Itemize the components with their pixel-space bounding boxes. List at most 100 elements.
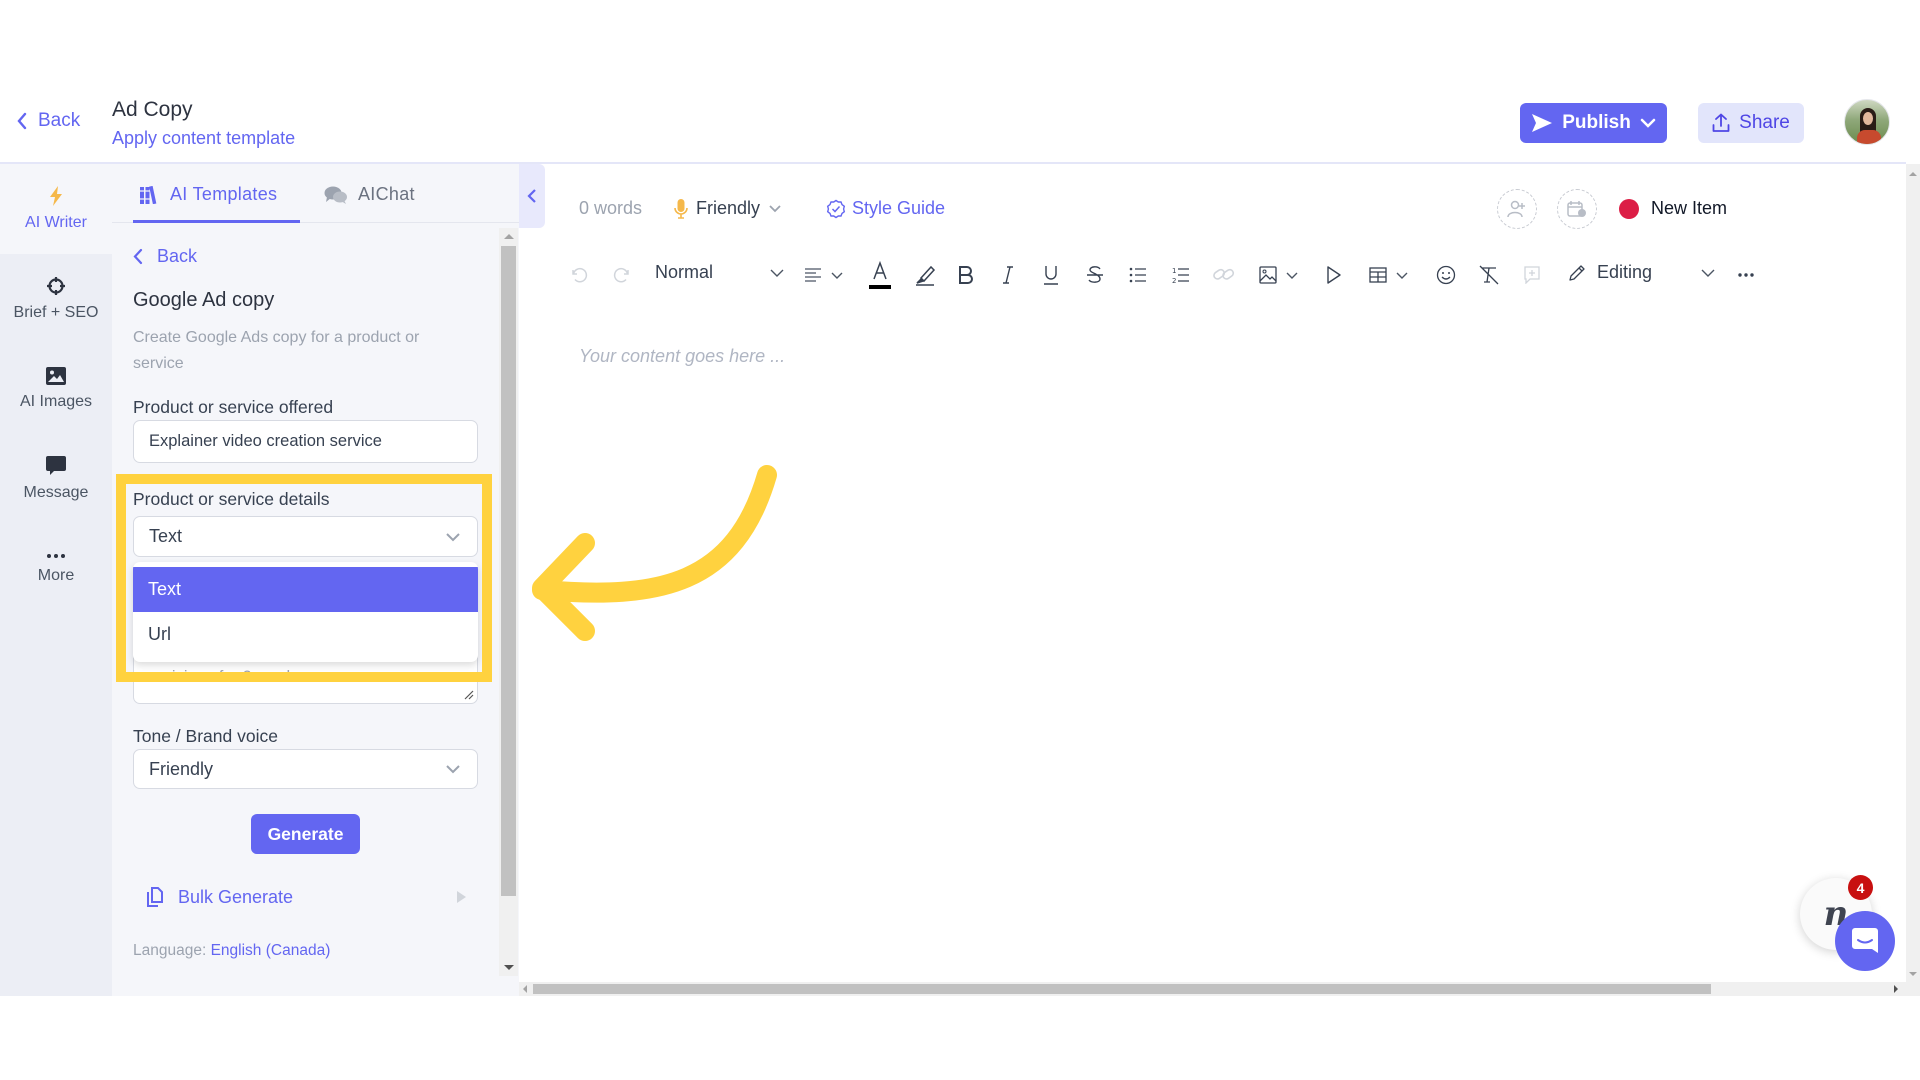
scrollbar-thumb[interactable]	[533, 984, 1711, 994]
bullet-list-button[interactable]	[1125, 258, 1151, 292]
scroll-left-icon[interactable]	[523, 985, 527, 993]
numbered-list-icon: 12	[1172, 267, 1189, 284]
collapse-panel-button[interactable]	[519, 164, 545, 228]
tab-label: AIChat	[358, 184, 415, 204]
block-format-value: Normal	[655, 262, 714, 282]
schedule-button[interactable]	[1557, 189, 1597, 229]
header-back-button[interactable]: Back	[16, 110, 80, 132]
insert-media-button[interactable]	[1321, 258, 1347, 292]
redo-icon	[613, 268, 629, 283]
sidebar-item-ai-writer[interactable]: AI Writer	[0, 164, 112, 254]
editor-vertical-scrollbar[interactable]	[1906, 164, 1920, 982]
redo-button[interactable]	[609, 258, 635, 292]
align-button[interactable]	[800, 258, 848, 292]
numbered-list-button[interactable]: 12	[1168, 258, 1194, 292]
align-left-icon	[805, 268, 821, 282]
share-button[interactable]: Share	[1698, 103, 1804, 143]
insert-table-button[interactable]	[1364, 258, 1414, 292]
tone-select[interactable]: Friendly	[133, 749, 478, 789]
scroll-down-icon[interactable]	[1909, 972, 1917, 976]
calendar-add-icon	[1567, 201, 1586, 217]
italic-button[interactable]	[995, 258, 1021, 292]
sidebar-item-brief-seo[interactable]: Brief + SEO	[0, 254, 112, 344]
style-guide-label: Style Guide	[852, 198, 946, 218]
insert-image-button[interactable]	[1254, 258, 1304, 292]
comment-plus-icon	[1524, 266, 1540, 284]
highlight-button[interactable]	[910, 258, 940, 292]
expand-arrow-icon	[457, 891, 466, 903]
scroll-right-icon[interactable]	[1894, 985, 1898, 993]
image-icon	[1259, 266, 1277, 284]
chevron-down-icon	[831, 272, 843, 279]
assign-user-button[interactable]	[1497, 189, 1537, 229]
bulk-generate-button[interactable]: Bulk Generate	[146, 884, 466, 910]
scroll-up-icon[interactable]	[504, 234, 514, 239]
tone-label: Tone / Brand voice	[133, 726, 278, 746]
text-color-button[interactable]	[862, 258, 898, 292]
panel-back-label: Back	[157, 246, 198, 266]
chevron-left-icon	[133, 248, 143, 265]
user-plus-icon	[1507, 200, 1525, 218]
tone-dropdown[interactable]: Friendly	[674, 198, 782, 219]
scroll-down-icon[interactable]	[504, 965, 514, 970]
comments-icon	[324, 186, 347, 204]
clear-format-button[interactable]	[1476, 258, 1502, 292]
tone-selected: Friendly	[149, 758, 214, 779]
chevron-left-icon	[527, 189, 536, 203]
bolt-icon	[50, 186, 62, 206]
scroll-up-icon[interactable]	[1909, 172, 1917, 176]
status-badge[interactable]: New Item	[1619, 198, 1727, 219]
block-format-select[interactable]: Normal	[655, 262, 785, 283]
tab-label: AI Templates	[170, 184, 278, 204]
add-comment-button[interactable]	[1519, 258, 1545, 292]
sidebar-item-message[interactable]: Message	[0, 434, 112, 524]
panel-scrollbar[interactable]	[499, 228, 518, 976]
sidebar-item-label: AI Writer	[25, 214, 87, 231]
active-tab-indicator	[133, 220, 300, 223]
underline-button[interactable]	[1038, 258, 1064, 292]
scrollbar-thumb[interactable]	[501, 246, 516, 896]
publish-button[interactable]: Publish	[1520, 103, 1667, 143]
bold-icon	[959, 266, 973, 284]
sidebar-item-label: More	[37, 567, 75, 584]
template-description: Create Google Ads copy for a product or …	[133, 329, 420, 372]
editor-content[interactable]: Your content goes here ...	[579, 346, 785, 367]
sidebar-item-more[interactable]: More	[0, 524, 112, 614]
svg-text:1: 1	[1172, 267, 1176, 275]
chat-support-button[interactable]	[1835, 911, 1895, 971]
more-options-button[interactable]	[1732, 258, 1760, 292]
play-icon	[1327, 266, 1341, 284]
italic-icon	[1003, 266, 1013, 284]
chevron-down-icon	[1286, 272, 1298, 279]
sidebar-item-label: AI Images	[19, 393, 93, 410]
apply-template-link[interactable]: Apply content template	[112, 128, 295, 149]
strikethrough-button[interactable]	[1082, 258, 1108, 292]
bold-button[interactable]	[953, 258, 979, 292]
emoji-button[interactable]	[1433, 258, 1459, 292]
product-offered-input[interactable]: Explainer video creation service	[133, 420, 478, 463]
editor-horizontal-scrollbar[interactable]	[519, 982, 1920, 996]
emoji-icon	[1436, 265, 1456, 285]
style-guide-button[interactable]: Style Guide	[826, 198, 945, 219]
user-avatar[interactable]	[1844, 99, 1890, 145]
link-icon	[1213, 268, 1235, 280]
tone-value: Friendly	[696, 198, 761, 218]
undo-icon	[572, 268, 588, 283]
editing-mode-select[interactable]: Editing	[1567, 262, 1717, 283]
status-label: New Item	[1651, 198, 1728, 218]
link-button[interactable]	[1210, 258, 1238, 292]
tab-aichat[interactable]: AIChat	[324, 184, 415, 205]
underline-icon	[1044, 266, 1058, 285]
panel-back-button[interactable]: Back	[132, 246, 197, 267]
sidebar-item-ai-images[interactable]: AI Images	[0, 344, 112, 434]
font-color-icon	[869, 260, 891, 289]
generate-button[interactable]: Generate	[251, 814, 360, 854]
books-icon	[140, 185, 157, 204]
language-link[interactable]: English (Canada)	[211, 942, 331, 959]
tab-ai-templates[interactable]: AI Templates	[140, 184, 277, 205]
more-horizontal-icon	[1738, 273, 1754, 277]
resize-handle-icon[interactable]	[464, 690, 474, 700]
notification-badge: 4	[1848, 875, 1873, 900]
copy-icon	[147, 887, 163, 907]
undo-button[interactable]	[566, 258, 592, 292]
